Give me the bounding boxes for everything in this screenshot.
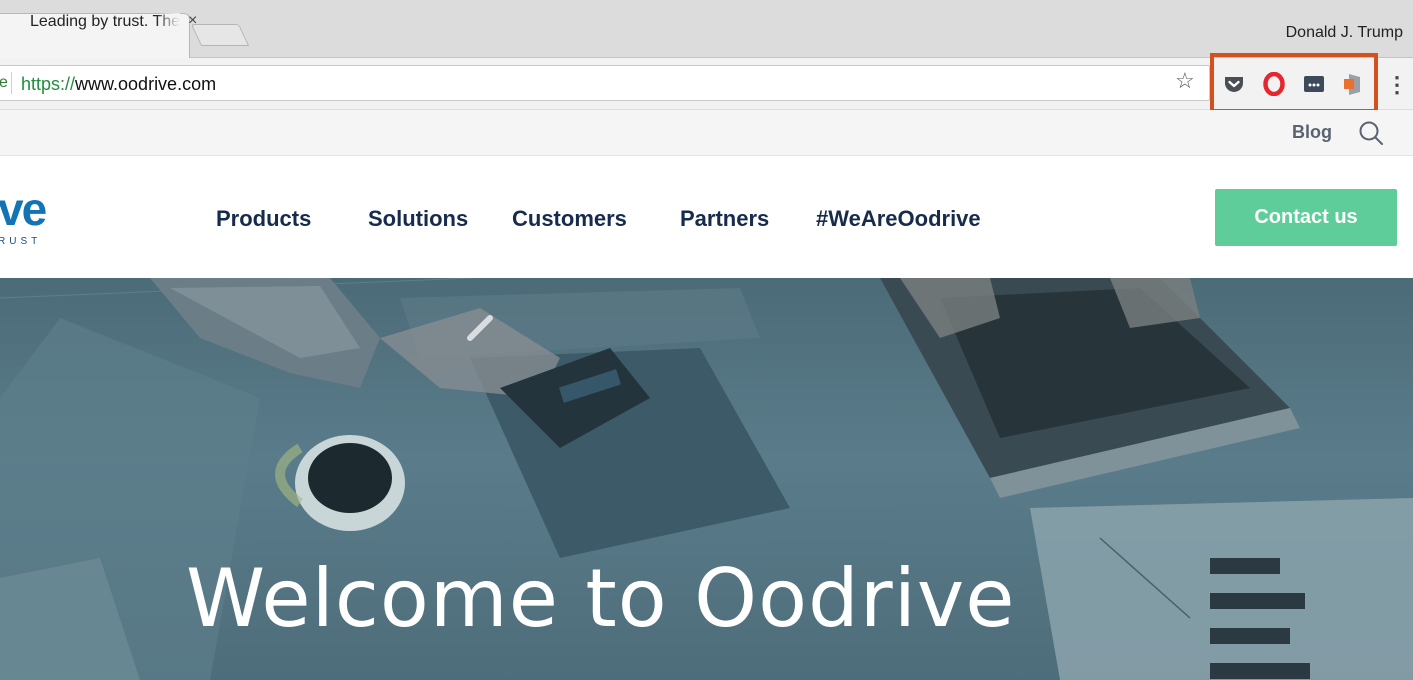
site-utility-bar: Blog (0, 110, 1413, 156)
office-icon[interactable] (1340, 72, 1364, 96)
nav-solutions[interactable]: Solutions (368, 206, 468, 232)
profile-name[interactable]: Donald J. Trump (1286, 24, 1403, 42)
address-url[interactable]: https://www.oodrive.com (21, 74, 216, 95)
search-icon[interactable] (1356, 118, 1386, 148)
new-tab-button[interactable] (190, 24, 250, 46)
address-bar[interactable]: e https://www.oodrive.com (0, 65, 1210, 101)
password-manager-icon[interactable] (1302, 72, 1326, 96)
address-separator (11, 72, 12, 94)
hero-title: Welcome to Oodrive (186, 552, 1016, 645)
opera-icon[interactable] (1262, 72, 1286, 96)
nav-products[interactable]: Products (216, 206, 311, 232)
nav-customers[interactable]: Customers (512, 206, 627, 232)
oodrive-logo[interactable]: ve (0, 182, 47, 236)
nav-we-are-oodrive[interactable]: #WeAreOodrive (816, 206, 981, 232)
contact-us-button[interactable]: Contact us (1215, 189, 1397, 246)
blog-link[interactable]: Blog (1292, 122, 1332, 143)
nav-partners[interactable]: Partners (680, 206, 769, 232)
url-scheme: https:// (21, 74, 76, 94)
hero-banner: Welcome to Oodrive (0, 278, 1413, 680)
site-main-nav: ve RUST Products Solutions Customers Par… (0, 156, 1413, 278)
browser-menu-icon[interactable]: ⋮ (1386, 72, 1408, 98)
bookmark-star-icon[interactable]: ☆ (1175, 68, 1195, 94)
pocket-icon[interactable] (1222, 72, 1246, 96)
logo-tagline: RUST (0, 236, 42, 247)
url-host: www.oodrive.com (75, 74, 217, 94)
browser-toolbar: e https://www.oodrive.com ☆ (0, 58, 1413, 110)
browser-tab-bar: Leading by trust. The × Donald J. Trump (0, 0, 1413, 59)
tab-title[interactable]: Leading by trust. The (30, 13, 180, 31)
secure-lock-icon[interactable]: e (0, 74, 8, 92)
